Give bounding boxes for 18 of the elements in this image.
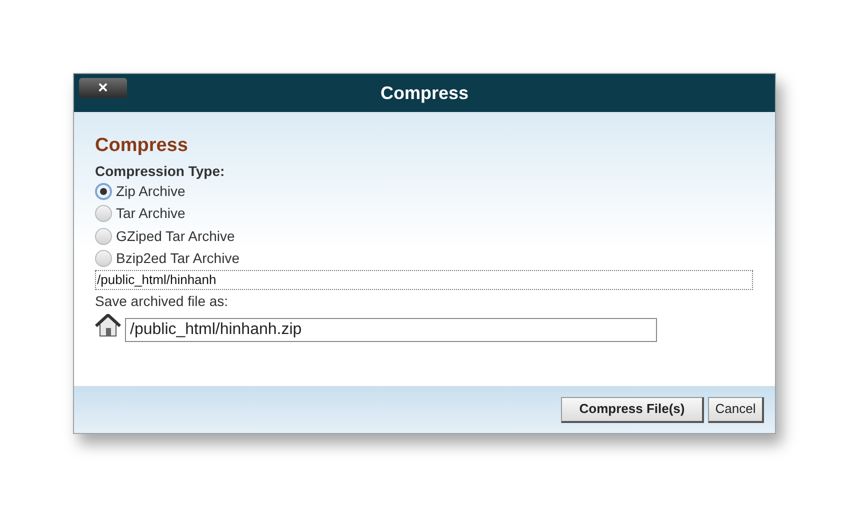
compress-button[interactable]: Compress File(s) [561,396,704,422]
file-list: /public_html/hinhanh [95,270,753,290]
save-as-label: Save archived file as: [95,292,230,310]
house-icon [95,314,121,338]
radio-label: GZiped Tar Archive [116,226,235,246]
radio-button[interactable] [95,250,112,268]
compression-type-label: Compression Type: [95,162,226,180]
dialog-heading: Compress [95,134,189,158]
radio-button[interactable] [95,228,112,245]
radio-label: Zip Archive [116,182,186,201]
close-button[interactable]: × [79,78,127,98]
radio-button[interactable] [95,182,112,200]
window-title: Compress [380,82,469,105]
save-as-field[interactable]: /public_html/hinhanh.zip [125,318,657,342]
radio-label: Bzip2ed Tar Archive [116,249,240,268]
radio-label: Tar Archive [116,204,186,224]
cancel-button[interactable]: Cancel [708,396,764,422]
radio-button[interactable] [95,205,112,222]
